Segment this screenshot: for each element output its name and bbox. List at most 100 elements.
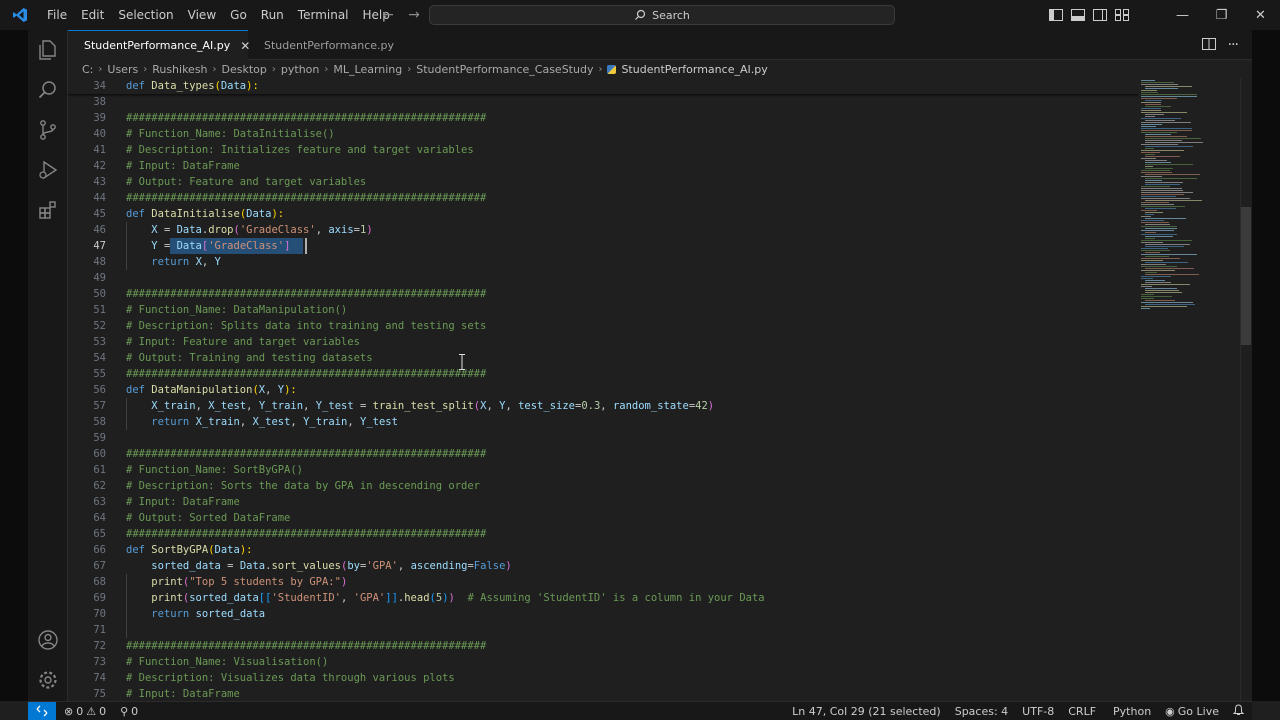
minimap-line: [1141, 198, 1191, 199]
minimap-line: [1145, 138, 1201, 139]
toggle-secondary-sidebar-icon[interactable]: [1092, 7, 1108, 23]
breadcrumb-item[interactable]: python: [281, 63, 319, 76]
code-line: ########################################…: [126, 190, 486, 206]
extensions-icon[interactable]: [36, 198, 60, 222]
minimap-line: [1141, 258, 1180, 259]
minimap-line: [1141, 298, 1154, 299]
tab-studentperformance[interactable]: StudentPerformance.py: [248, 30, 398, 60]
forward-arrow-icon[interactable]: →: [406, 7, 422, 23]
split-editor-icon[interactable]: [1201, 37, 1216, 53]
breadcrumb-item[interactable]: StudentPerformance_AI.py: [621, 63, 767, 76]
close-window-icon[interactable]: ✕: [1241, 0, 1280, 30]
source-control-icon[interactable]: [36, 118, 60, 142]
code-token: ,: [265, 384, 278, 396]
code-token: ########################################…: [126, 112, 487, 124]
code-token: head: [404, 592, 430, 604]
code-token: 42: [695, 400, 708, 412]
search-sidebar-icon[interactable]: [36, 78, 60, 102]
ports-indicator[interactable]: ⚲ 0: [120, 705, 138, 718]
minimap-line: [1145, 134, 1171, 135]
command-center-search[interactable]: Search: [429, 5, 895, 25]
vertical-scrollbar[interactable]: [1240, 78, 1252, 701]
line-number: 46: [93, 224, 106, 236]
minimap-line: [1141, 264, 1166, 265]
remote-indicator-icon[interactable]: [28, 701, 56, 720]
notifications-bell-icon[interactable]: [1232, 704, 1245, 719]
line-number: 49: [93, 272, 106, 284]
code-token: ########################################…: [126, 192, 487, 204]
minimap-line: [1145, 174, 1200, 175]
menu-selection[interactable]: Selection: [111, 0, 180, 30]
editor-actions: ···: [1201, 30, 1239, 60]
indentation[interactable]: Spaces: 4: [955, 705, 1008, 718]
code-token: ):: [271, 208, 285, 220]
minimap-line: [1145, 116, 1156, 117]
back-arrow-icon[interactable]: ←: [380, 7, 396, 23]
problems-indicator[interactable]: ⊗ 0 ⚠ 0: [64, 705, 106, 718]
code-token: ]]: [385, 592, 398, 604]
menu-view[interactable]: View: [181, 0, 223, 30]
customize-layout-icon[interactable]: [1114, 7, 1130, 23]
menu-file[interactable]: File: [40, 0, 74, 30]
minimize-icon[interactable]: —: [1163, 0, 1202, 30]
code-token: # Function_Name: Visualisation(): [126, 656, 329, 668]
cursor-position[interactable]: Ln 47, Col 29 (21 selected): [792, 705, 941, 718]
line-number: 40: [93, 128, 106, 140]
minimap[interactable]: [1138, 78, 1240, 701]
run-debug-icon[interactable]: [36, 158, 60, 182]
menu-edit[interactable]: Edit: [74, 0, 111, 30]
menu-bar: File Edit Selection View Go Run Terminal Help: [40, 0, 397, 30]
vscode-logo-icon[interactable]: [0, 0, 40, 30]
code-line: X_train, X_test, Y_train, Y_test = train…: [126, 398, 714, 414]
more-actions-icon[interactable]: ···: [1228, 37, 1239, 53]
line-number: 62: [93, 480, 106, 492]
tab-studentperformance-ai[interactable]: StudentPerformance_AI.py ✕: [68, 30, 250, 60]
line-number: 43: [93, 176, 106, 188]
code-token: def: [126, 384, 152, 396]
line-number: 53: [93, 336, 106, 348]
code-line: print("Top 5 students by GPA:"): [126, 574, 347, 590]
code-token: # Output: Sorted DataFrame: [126, 512, 291, 524]
breadcrumb-item[interactable]: StudentPerformance_CaseStudy: [416, 63, 593, 76]
code-token: DataInitialise: [151, 208, 240, 220]
line-number: 74: [93, 672, 106, 684]
language-mode[interactable]: Python: [1110, 705, 1151, 718]
code-editor[interactable]: 34 38 39 40 41 42 43 44 45 46 47 48 49 50 51 52 53 54 55 56…: [68, 78, 1138, 701]
minimap-line: [1145, 162, 1171, 163]
scrollbar-thumb[interactable]: [1241, 207, 1251, 345]
encoding[interactable]: UTF-8: [1022, 705, 1054, 718]
code-token: "Top 5 students by GPA:": [189, 576, 341, 588]
minimap-line: [1145, 300, 1175, 301]
minimap-line: [1141, 98, 1177, 99]
breadcrumb-item[interactable]: Rushikesh: [152, 63, 207, 76]
menu-go[interactable]: Go: [223, 0, 254, 30]
minimap-line: [1145, 148, 1155, 149]
code-token: ,: [201, 256, 215, 268]
code-token: ,: [290, 416, 304, 428]
menu-terminal[interactable]: Terminal: [291, 0, 356, 30]
breadcrumb-item[interactable]: C:: [82, 63, 93, 76]
code-token: ): [340, 576, 348, 588]
accounts-icon[interactable]: [36, 628, 60, 652]
minimap-line: [1145, 180, 1163, 181]
code-token: drop: [208, 224, 234, 236]
code-line: ########################################…: [126, 366, 486, 382]
go-live-button[interactable]: ◉ Go Live: [1165, 705, 1219, 718]
menu-run[interactable]: Run: [254, 0, 291, 30]
end-of-line[interactable]: CRLF: [1068, 705, 1096, 718]
code-line: return X, Y: [126, 254, 221, 270]
code-token: ########################################…: [126, 448, 487, 460]
toggle-panel-icon[interactable]: [1070, 7, 1086, 23]
explorer-icon[interactable]: [36, 38, 60, 62]
toggle-primary-sidebar-icon[interactable]: [1048, 7, 1064, 23]
minimap-line: [1145, 246, 1185, 247]
breadcrumb-item[interactable]: ML_Learning: [333, 63, 402, 76]
gear-icon[interactable]: [36, 668, 60, 692]
minimap-line: [1145, 244, 1190, 245]
minimap-line: [1145, 268, 1195, 269]
restore-icon[interactable]: ❐: [1202, 0, 1241, 30]
code-token: train_test_split: [372, 400, 474, 412]
breadcrumb-item[interactable]: Desktop: [222, 63, 267, 76]
breadcrumb-item[interactable]: Users: [107, 63, 138, 76]
